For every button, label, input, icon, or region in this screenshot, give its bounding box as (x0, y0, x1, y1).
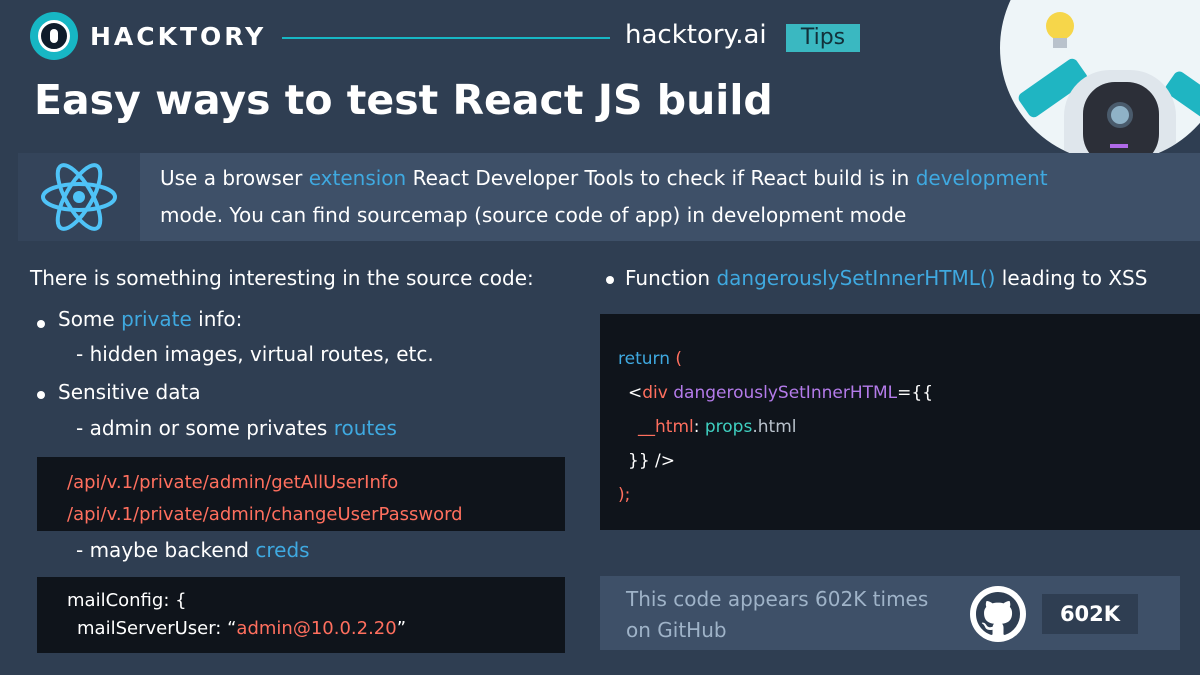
bullet-dot (606, 276, 614, 284)
route-line: /api/v.1/private/admin/changeUserPasswor… (67, 504, 463, 525)
xss-code-block: return ( <div dangerouslySetInnerHTML={{… (600, 314, 1200, 530)
bullet-dot (37, 391, 45, 399)
intro-text: There is something interesting in the so… (30, 266, 534, 290)
code-line: ); (618, 485, 631, 505)
code-line: return ( (618, 349, 683, 369)
code-line: mailServerUser: “admin@10.0.2.20” (77, 618, 407, 639)
route-line: /api/v.1/private/admin/getAllUserInfo (67, 472, 399, 493)
github-icon (970, 586, 1026, 642)
github-count-badge: 602K (1042, 594, 1138, 634)
mail-config-code-block: mailConfig: { mailServerUser: “admin@10.… (37, 577, 565, 653)
code-line: mailConfig: { (67, 590, 187, 611)
react-logo-icon (18, 153, 140, 241)
sub-hidden-images: - hidden images, virtual routes, etc. (76, 342, 434, 366)
github-stat-text: This code appears 602K times on GitHub (626, 587, 929, 642)
code-line: __html: props.html (638, 417, 797, 437)
tips-badge: Tips (786, 24, 860, 52)
lightbulb-icon (1046, 12, 1074, 40)
header-divider (282, 37, 610, 39)
bullet-private-info: Some private info: (58, 307, 243, 331)
hacktory-logo-icon (30, 12, 78, 60)
brand-name: HACKTORY (90, 22, 267, 51)
sub-admin-routes: - admin or some privates routes (76, 416, 397, 440)
page-title: Easy ways to test React JS build (34, 76, 773, 124)
robot-mascot-icon (996, 0, 1200, 166)
code-line: }} /> (628, 451, 676, 471)
bullet-xss-function: Function dangerouslySetInnerHTML() leadi… (625, 266, 1148, 290)
sub-backend-creds: - maybe backend creds (76, 538, 310, 562)
routes-code-block: /api/v.1/private/admin/getAllUserInfo /a… (37, 457, 565, 531)
banner-text: Use a browser extension React Developer … (160, 166, 1048, 227)
bullet-dot (37, 320, 45, 328)
code-line: <div dangerouslySetInnerHTML={{ (628, 383, 934, 403)
site-link[interactable]: hacktory.ai (625, 20, 767, 50)
bullet-sensitive-data: Sensitive data (58, 380, 201, 404)
